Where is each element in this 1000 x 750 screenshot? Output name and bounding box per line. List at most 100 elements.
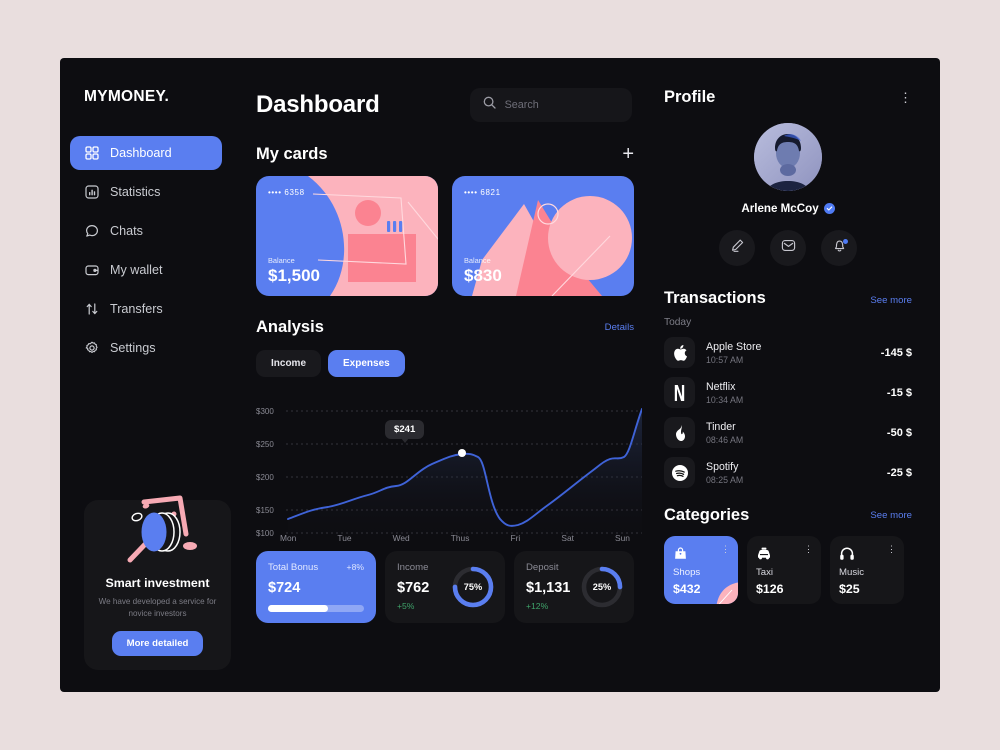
- chart-tooltip: $241: [385, 420, 425, 439]
- grid-icon: [84, 146, 99, 161]
- category-card-taxi[interactable]: ⋮ Taxi $126: [747, 536, 821, 604]
- sidebar-item-statistics[interactable]: Statistics: [70, 175, 222, 209]
- sidebar-item-transfers[interactable]: Transfers: [70, 292, 222, 326]
- category-value: $25: [839, 582, 860, 596]
- promo-title: Smart investment: [105, 576, 210, 590]
- transactions-header: Transactions See more: [664, 289, 912, 308]
- transaction-row[interactable]: Tinder 08:46 AM -50 $: [664, 417, 912, 448]
- transaction-time: 08:46 AM: [706, 434, 744, 445]
- notifications-button[interactable]: [821, 230, 857, 266]
- right-panel: Profile ⋮ Arlene McCoy Transactions See …: [650, 58, 940, 692]
- category-card-music[interactable]: ⋮ Music $25: [830, 536, 904, 604]
- sidebar-item-dashboard[interactable]: Dashboard: [70, 136, 222, 170]
- profile-actions: [664, 230, 912, 266]
- transaction-amount: -15 $: [886, 386, 912, 399]
- top-bar: Dashboard: [256, 88, 634, 122]
- search-box[interactable]: [469, 88, 632, 122]
- category-name: Shops: [673, 567, 701, 578]
- stat-income[interactable]: Income $762 +5% 75%: [385, 551, 505, 623]
- category-menu-icon[interactable]: ⋮: [804, 545, 813, 554]
- sidebar-item-chats[interactable]: Chats: [70, 214, 222, 248]
- card-balance-label: Balance: [464, 256, 491, 265]
- category-menu-icon[interactable]: ⋮: [721, 545, 730, 554]
- sidebar-item-my-wallet[interactable]: My wallet: [70, 253, 222, 287]
- promo-card: Smart investment We have developed a ser…: [84, 495, 231, 670]
- stats-row: Total Bonus +8% $724 Income $762 +5% 75%: [256, 551, 634, 623]
- stat-total-bonus[interactable]: Total Bonus +8% $724: [256, 551, 376, 623]
- edit-button[interactable]: [719, 230, 755, 266]
- sidebar-item-label: Chats: [110, 224, 143, 238]
- transaction-name: Tinder: [706, 420, 736, 433]
- search-icon: [483, 96, 496, 114]
- donut-percent: 75%: [463, 582, 483, 592]
- category-value: $126: [756, 582, 784, 596]
- notification-badge: [843, 239, 848, 244]
- category-decoration: [716, 582, 738, 604]
- profile-summary: Arlene McCoy: [664, 123, 912, 266]
- category-name: Taxi: [756, 567, 774, 578]
- chat-bubble-icon: [84, 224, 99, 239]
- promo-subtitle: We have developed a service for novice i…: [98, 597, 217, 619]
- svg-text:$150: $150: [256, 506, 274, 515]
- categories-list: ⋮ Shops $432 ⋮ Taxi $126 ⋮ Music $25: [664, 536, 912, 604]
- transaction-time: 08:25 AM: [706, 474, 744, 485]
- svg-text:$300: $300: [256, 407, 274, 416]
- my-cards-title: My cards: [256, 144, 328, 163]
- mail-icon: [781, 238, 796, 258]
- page-title: Dashboard: [256, 91, 380, 118]
- add-card-button[interactable]: +: [622, 144, 634, 164]
- tab-income[interactable]: Income: [256, 350, 322, 377]
- card-number: •••• 6821: [464, 188, 501, 197]
- transaction-time: 10:57 AM: [706, 354, 744, 365]
- profile-name-row: Arlene McCoy: [741, 202, 835, 215]
- categories-title: Categories: [664, 506, 750, 524]
- more-vertical-icon[interactable]: ⋮: [899, 91, 912, 104]
- tinder-flame-icon: [664, 417, 695, 448]
- category-card-shops[interactable]: ⋮ Shops $432: [664, 536, 738, 604]
- card-balance: $1,500: [268, 266, 320, 285]
- category-menu-icon[interactable]: ⋮: [887, 545, 896, 554]
- more-detailed-button[interactable]: More detailed: [111, 631, 204, 657]
- stat-value: $724: [268, 580, 301, 596]
- analysis-details-link[interactable]: Details: [605, 322, 634, 333]
- profile-title: Profile: [664, 88, 716, 106]
- edit-icon: [730, 238, 745, 258]
- sidebar-item-label: My wallet: [110, 263, 163, 277]
- categories-see-more-link[interactable]: See more: [870, 510, 912, 521]
- sidebar-nav: Dashboard Statistics Chats My wallet Tra…: [60, 136, 232, 365]
- donut-percent: 25%: [592, 582, 612, 592]
- stat-delta: +8%: [346, 562, 364, 572]
- main-content: Dashboard My cards +: [232, 58, 650, 692]
- transaction-row[interactable]: Spotify 08:25 AM -25 $: [664, 457, 912, 488]
- transactions-title: Transactions: [664, 289, 766, 307]
- card-number: •••• 6358: [268, 188, 305, 197]
- app-window: MYMONEY. Dashboard Statistics Chats My w…: [60, 58, 940, 692]
- spotify-icon: [664, 457, 695, 488]
- bank-card[interactable]: •••• 6821 Balance $830: [452, 176, 634, 296]
- apple-icon: [664, 337, 695, 368]
- transaction-row[interactable]: Netflix 10:34 AM -15 $: [664, 377, 912, 408]
- transactions-see-more-link[interactable]: See more: [870, 295, 912, 306]
- svg-text:$250: $250: [256, 440, 274, 449]
- category-name: Music: [839, 567, 865, 578]
- bar-chart-icon: [84, 185, 99, 200]
- bag-icon: [673, 547, 688, 565]
- bank-card[interactable]: •••• 6358 Balance $1,500: [256, 176, 438, 296]
- my-cards-header: My cards +: [256, 144, 634, 164]
- search-input[interactable]: [504, 99, 619, 111]
- card-balance: $830: [464, 266, 502, 285]
- profile-name: Arlene McCoy: [741, 202, 819, 215]
- mail-button[interactable]: [770, 230, 806, 266]
- svg-text:$200: $200: [256, 473, 274, 482]
- stat-deposit[interactable]: Deposit $1,131 +12% 25%: [514, 551, 634, 623]
- transaction-row[interactable]: Apple Store 10:57 AM -145 $: [664, 337, 912, 368]
- avatar[interactable]: [754, 123, 822, 191]
- analysis-header: Analysis Details: [256, 318, 634, 337]
- analysis-chart: $300 $250 $200 $150 $100 $241: [256, 391, 642, 539]
- cards-list: •••• 6358 Balance $1,500 •••• 6821 Balan…: [256, 176, 634, 296]
- taxi-icon: [756, 547, 772, 565]
- card-balance-label: Balance: [268, 256, 295, 265]
- brand-logo: MYMONEY.: [84, 88, 170, 105]
- tab-expenses[interactable]: Expenses: [328, 350, 405, 377]
- sidebar-item-settings[interactable]: Settings: [70, 331, 222, 365]
